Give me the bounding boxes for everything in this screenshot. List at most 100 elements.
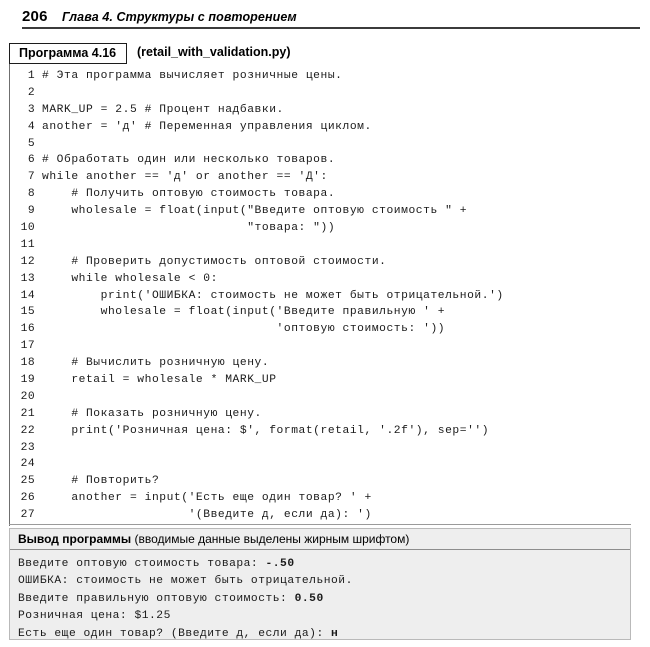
code-line: 15 wholesale = float(input('Введите прав… (9, 304, 631, 321)
code-line-number: 21 (20, 407, 35, 420)
code-line-text: another = input('Есть еще один товар? ' … (42, 492, 372, 505)
code-line: 2 (9, 85, 631, 102)
code-line-text: another = 'д' # Переменная управления ци… (42, 120, 372, 133)
code-line-text: while wholesale < 0: (42, 272, 218, 285)
code-line: 6 # Обработать один или несколько товаров… (9, 152, 631, 169)
code-line: 18 # Вычислить розничную цену. (9, 355, 631, 372)
code-line-text: wholesale = float(input("Введите оптовую… (42, 205, 468, 218)
program-listing: Программа 4.16 (retail_with_validation.p… (9, 43, 631, 66)
code-line-text: # Эта программа вычисляет розничные цены… (42, 70, 343, 82)
code-line-number: 8 (27, 188, 35, 201)
code-line: 12 # Проверить допустимость оптовой стои… (9, 254, 631, 271)
code-line-text: # Вычислить розничную цену. (42, 357, 270, 370)
output-header-title: Вывод программы (18, 532, 132, 546)
program-output-header: Вывод программы (вводимые данные выделен… (10, 529, 630, 550)
output-line: Есть еще один товар? (Введите д, если да… (18, 626, 630, 643)
code-line-text: MARK_UP = 2.5 # Процент надбавки. (42, 103, 284, 116)
code-line: 1 # Эта программа вычисляет розничные цен… (9, 68, 631, 85)
code-line-number: 23 (20, 441, 35, 454)
code-line-number: 2 (27, 86, 35, 99)
program-number-badge: Программа 4.16 (9, 43, 128, 64)
code-line-text: while another == 'д' or another == 'Д': (42, 171, 328, 184)
output-user-input: 0.50 (294, 592, 324, 605)
code-line: 9 wholesale = float(input("Введите оптов… (9, 203, 631, 220)
code-line-number: 12 (20, 255, 35, 268)
code-line: 8 # Получить оптовую стоимость товара. (9, 186, 631, 203)
code-line: 14 print('ОШИБКА: стоимость не может быт… (9, 288, 631, 305)
output-header-note: (вводимые данные выделены жирным шрифтом… (131, 532, 410, 546)
program-output-body: Введите оптовую стоимость товара: -.50 ОШ… (10, 550, 630, 643)
code-line-text: 'оптовую стоимость: ')) (42, 323, 446, 336)
code-line-number: 1 (27, 70, 35, 82)
code-line: 3 MARK_UP = 2.5 # Процент надбавки. (9, 102, 631, 119)
code-line: 10 "товара: ")) (9, 220, 631, 237)
code-line-text: print('ОШИБКА: стоимость не может быть о… (42, 289, 504, 302)
listing-bottom-rule (9, 524, 631, 525)
code-line: 21 # Показать розничную цену. (9, 406, 631, 423)
header-divider (22, 27, 640, 29)
code-block: 1 # Эта программа вычисляет розничные цен… (9, 68, 631, 524)
code-line: 26 another = input('Есть еще один товар?… (9, 490, 631, 507)
code-line-text: # Проверить допустимость оптовой стоимос… (42, 255, 387, 268)
code-line-text: # Получить оптовую стоимость товара. (42, 188, 336, 201)
code-line-text: retail = wholesale * MARK_UP (42, 374, 277, 387)
output-line: ОШИБКА: стоимость не может быть отрицате… (18, 573, 630, 590)
code-line-number: 16 (20, 323, 35, 336)
output-user-input: -.50 (265, 558, 295, 570)
code-line: 7 while another == 'д' or another == 'Д': (9, 169, 631, 186)
code-line-text: # Обработать один или несколько товаров. (42, 154, 336, 167)
code-line-number: 4 (27, 120, 35, 133)
code-line: 4 another = 'д' # Переменная управления ц… (9, 119, 631, 136)
code-line: 23 (9, 440, 631, 457)
code-line-number: 17 (20, 340, 35, 353)
output-line: Введите оптовую стоимость товара: -.50 (18, 556, 630, 573)
code-line: 16 'оптовую стоимость: ')) (9, 321, 631, 338)
page-running-head: 206 Глава 4. Структуры с повторением (0, 0, 650, 34)
code-line-number: 19 (20, 374, 35, 387)
code-line-number: 6 (27, 154, 35, 167)
chapter-title: Глава 4. Структуры с повторением (62, 10, 297, 24)
code-line-number: 10 (20, 222, 35, 235)
code-line-text: # Повторить? (42, 475, 160, 488)
code-line-text: "товара: ")) (42, 222, 336, 235)
output-user-input: н (331, 627, 339, 640)
code-line: 13 while wholesale < 0: (9, 271, 631, 288)
program-output-box: Вывод программы (вводимые данные выделен… (9, 528, 631, 640)
code-line: 25 # Повторить? (9, 473, 631, 490)
code-line-number: 9 (27, 205, 35, 218)
code-line-number: 14 (20, 289, 35, 302)
code-line-number: 11 (20, 238, 35, 251)
code-line: 22 print('Розничная цена: $', format(ret… (9, 423, 631, 440)
code-line-number: 20 (20, 390, 35, 403)
output-prompt-text: Введите оптовую стоимость товара: (18, 558, 266, 570)
code-line-number: 7 (27, 171, 35, 184)
code-line-number: 26 (20, 492, 35, 505)
output-prompt-text: ОШИБКА: стоимость не может быть отрицате… (18, 575, 353, 588)
code-line: 19 retail = wholesale * MARK_UP (9, 372, 631, 389)
output-line: Розничная цена: $1.25 (18, 608, 630, 625)
output-prompt-text: Есть еще один товар? (Введите д, если да… (18, 627, 332, 640)
code-line-number: 3 (27, 103, 35, 116)
code-line: 17 (9, 338, 631, 355)
code-line-text: print('Розничная цена: $', format(retail… (42, 424, 490, 437)
code-line-number: 15 (20, 306, 35, 319)
code-line: 20 (9, 389, 631, 406)
listing-header: Программа 4.16 (retail_with_validation.p… (9, 43, 631, 66)
code-line-text: '(Введите д, если да): ') (42, 509, 372, 522)
code-line-number: 24 (20, 458, 35, 471)
code-line-number: 22 (20, 424, 35, 437)
code-line-number: 13 (20, 272, 35, 285)
code-line: 27 '(Введите д, если да): ') (9, 507, 631, 524)
code-line-text: # Показать розничную цену. (42, 407, 262, 420)
code-line-number: 5 (27, 137, 35, 150)
program-filename: (retail_with_validation.py) (137, 45, 291, 59)
code-line-text: wholesale = float(input('Введите правиль… (42, 306, 446, 319)
output-prompt-text: Введите правильную оптовую стоимость: (18, 592, 295, 605)
code-line-number: 18 (20, 357, 35, 370)
code-line: 11 (9, 237, 631, 254)
code-line-number: 27 (20, 509, 35, 522)
code-line: 24 (9, 456, 631, 473)
output-line: Введите правильную оптовую стоимость: 0.… (18, 591, 630, 608)
output-prompt-text: Розничная цена: $1.25 (18, 610, 171, 623)
code-line-number: 25 (20, 475, 35, 488)
